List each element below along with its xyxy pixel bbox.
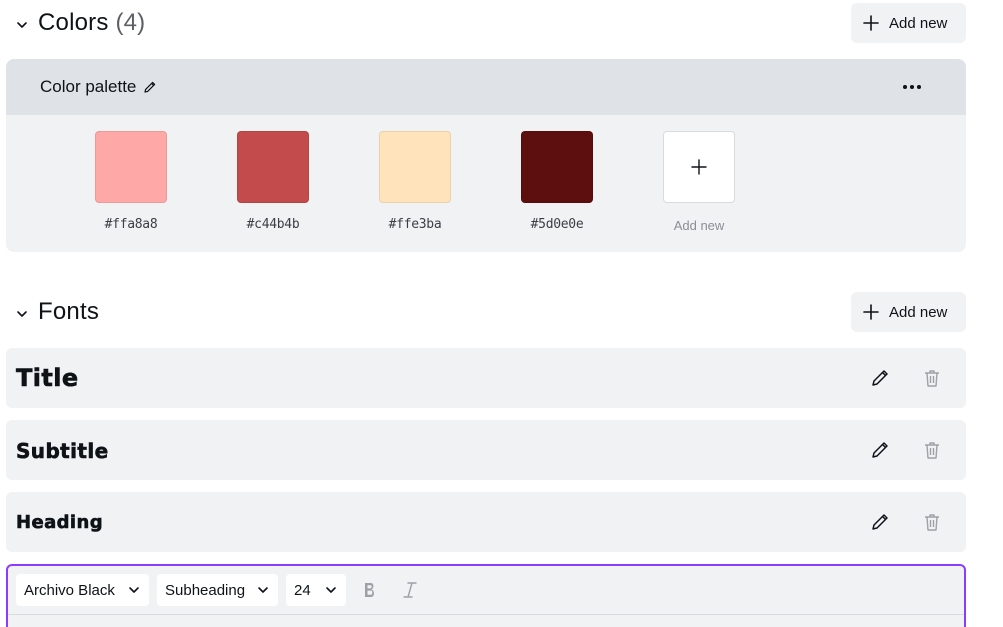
add-color-label: Add new xyxy=(673,218,725,233)
font-size-select[interactable]: 24 xyxy=(286,574,346,606)
delete-font-button[interactable] xyxy=(920,510,944,534)
font-row-title[interactable]: Title xyxy=(6,348,966,408)
font-row-label: Heading xyxy=(16,512,103,534)
color-swatch[interactable] xyxy=(237,131,309,203)
font-size-value: 24 xyxy=(294,581,311,599)
chevron-down-icon xyxy=(129,587,139,593)
colors-section-header: Colors (4) Add new xyxy=(0,3,1003,47)
editor-divider xyxy=(8,614,964,615)
fonts-add-new-button[interactable]: Add new xyxy=(851,292,966,332)
colors-title: Colors (4) xyxy=(38,9,145,37)
font-family-select[interactable]: Archivo Black xyxy=(16,574,149,606)
fonts-add-new-label: Add new xyxy=(889,303,948,321)
fonts-section-header: Fonts Add new xyxy=(0,292,1003,336)
bold-icon xyxy=(365,583,374,597)
chevron-down-icon xyxy=(326,587,336,593)
font-editor-panel: Archivo Black Subheading 24 xyxy=(6,564,966,627)
color-swatch-label: #ffe3ba xyxy=(388,217,442,232)
colors-add-new-label: Add new xyxy=(889,14,948,32)
palette-name[interactable]: Color palette xyxy=(40,77,157,97)
pencil-icon xyxy=(872,442,888,458)
plus-icon xyxy=(863,304,879,320)
add-color-button[interactable] xyxy=(663,131,735,203)
color-swatch-label: #5d0e0e xyxy=(530,217,584,232)
color-swatch[interactable] xyxy=(95,131,167,203)
palette-header: Color palette xyxy=(6,59,966,115)
chevron-down-icon[interactable] xyxy=(14,17,30,33)
palette-name-label: Color palette xyxy=(40,77,137,96)
palette-more-button[interactable] xyxy=(894,75,930,99)
edit-font-button[interactable] xyxy=(868,510,892,534)
font-row-subtitle[interactable]: Subtitle xyxy=(6,420,966,480)
pencil-icon xyxy=(872,370,888,386)
color-swatch[interactable] xyxy=(379,131,451,203)
color-swatch-label: #c44b4b xyxy=(246,217,300,232)
text-style-select[interactable]: Subheading xyxy=(157,574,278,606)
font-row-label: Subtitle xyxy=(16,439,109,464)
color-swatch-label: #ffa8a8 xyxy=(104,217,158,232)
more-horizontal-icon xyxy=(903,85,921,89)
pencil-icon xyxy=(872,514,888,530)
color-swatch[interactable] xyxy=(521,131,593,203)
fonts-title: Fonts xyxy=(38,298,100,325)
colors-add-new-button[interactable]: Add new xyxy=(851,3,966,43)
italic-button[interactable] xyxy=(399,579,421,601)
font-family-value: Archivo Black xyxy=(24,581,115,599)
colors-title-label: Colors xyxy=(38,9,109,36)
font-row-label: Title xyxy=(16,364,79,393)
chevron-down-icon[interactable] xyxy=(14,306,30,322)
delete-font-button[interactable] xyxy=(920,438,944,462)
delete-font-button[interactable] xyxy=(920,366,944,390)
colors-count: (4) xyxy=(115,9,146,36)
color-palette-panel: Color palette #ffa8a8 #c44b4b #ffe3ba #5… xyxy=(6,59,966,252)
text-style-value: Subheading xyxy=(165,581,246,599)
pencil-icon[interactable] xyxy=(143,80,157,94)
bold-button[interactable] xyxy=(359,579,381,601)
plus-icon xyxy=(691,159,707,175)
italic-icon xyxy=(403,582,417,598)
edit-font-button[interactable] xyxy=(868,438,892,462)
edit-font-button[interactable] xyxy=(868,366,892,390)
font-row-heading[interactable]: Heading xyxy=(6,492,966,552)
trash-icon xyxy=(925,514,939,531)
plus-icon xyxy=(863,15,879,31)
trash-icon xyxy=(925,370,939,387)
chevron-down-icon xyxy=(258,587,268,593)
trash-icon xyxy=(925,442,939,459)
